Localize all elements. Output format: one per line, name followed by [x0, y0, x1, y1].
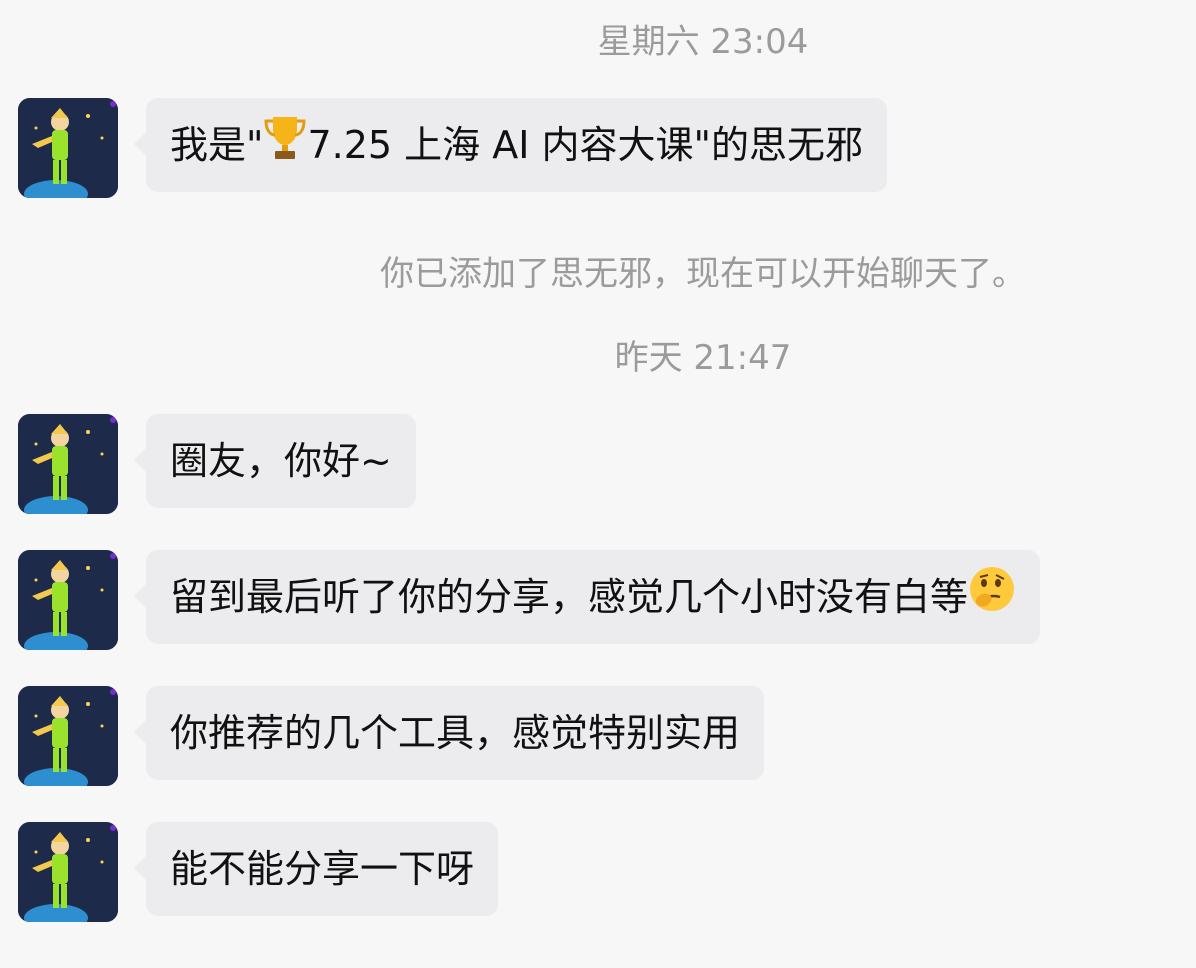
avatar[interactable]: [18, 98, 118, 198]
trophy-icon: [263, 101, 307, 195]
message-text: 圈友，你好~: [170, 439, 392, 483]
message-text: 7.25 上海 AI 内容大课"的思无邪: [307, 123, 864, 167]
timestamp: 昨天 21:47: [0, 338, 1196, 378]
avatar[interactable]: [18, 550, 118, 650]
message-text: 能不能分享一下呀: [170, 847, 475, 891]
message-text: 你推荐的几个工具，感觉特别实用: [170, 711, 741, 755]
message-text: 我是": [170, 123, 264, 167]
message-text: 留到最后听了你的分享，感觉几个小时没有白等: [170, 575, 969, 619]
little-prince-avatar-icon: [18, 822, 118, 922]
avatar[interactable]: [18, 686, 118, 786]
chat-view: 星期六 23:04 我是" 7.25 上海 AI 内容大课"的思无邪 你已添加了…: [0, 0, 1196, 968]
timestamp-text: 昨天 21:47: [614, 338, 792, 378]
little-prince-avatar-icon: [18, 686, 118, 786]
message-bubble[interactable]: 圈友，你好~: [134, 414, 416, 508]
little-prince-avatar-icon: [18, 98, 118, 198]
timestamp-text: 星期六 23:04: [597, 22, 809, 62]
thinking-face-icon: [968, 553, 1016, 647]
message-bubble[interactable]: 你推荐的几个工具，感觉特别实用: [133, 686, 765, 780]
message-bubble[interactable]: 我是" 7.25 上海 AI 内容大课"的思无邪: [133, 98, 888, 195]
timestamp: 星期六 23:04: [0, 22, 1196, 62]
avatar[interactable]: [18, 822, 118, 922]
little-prince-avatar-icon: [18, 550, 118, 650]
system-note-text: 你已添加了思无邪，现在可以开始聊天了。: [380, 254, 1026, 294]
message-bubble[interactable]: 留到最后听了你的分享，感觉几个小时没有白等: [133, 550, 1041, 647]
cut-off-timestamp: [600, 956, 680, 968]
message-bubble[interactable]: 能不能分享一下呀: [133, 822, 499, 916]
avatar[interactable]: [18, 414, 118, 514]
system-note: 你已添加了思无邪，现在可以开始聊天了。: [0, 254, 1196, 294]
little-prince-avatar-icon: [18, 414, 118, 514]
